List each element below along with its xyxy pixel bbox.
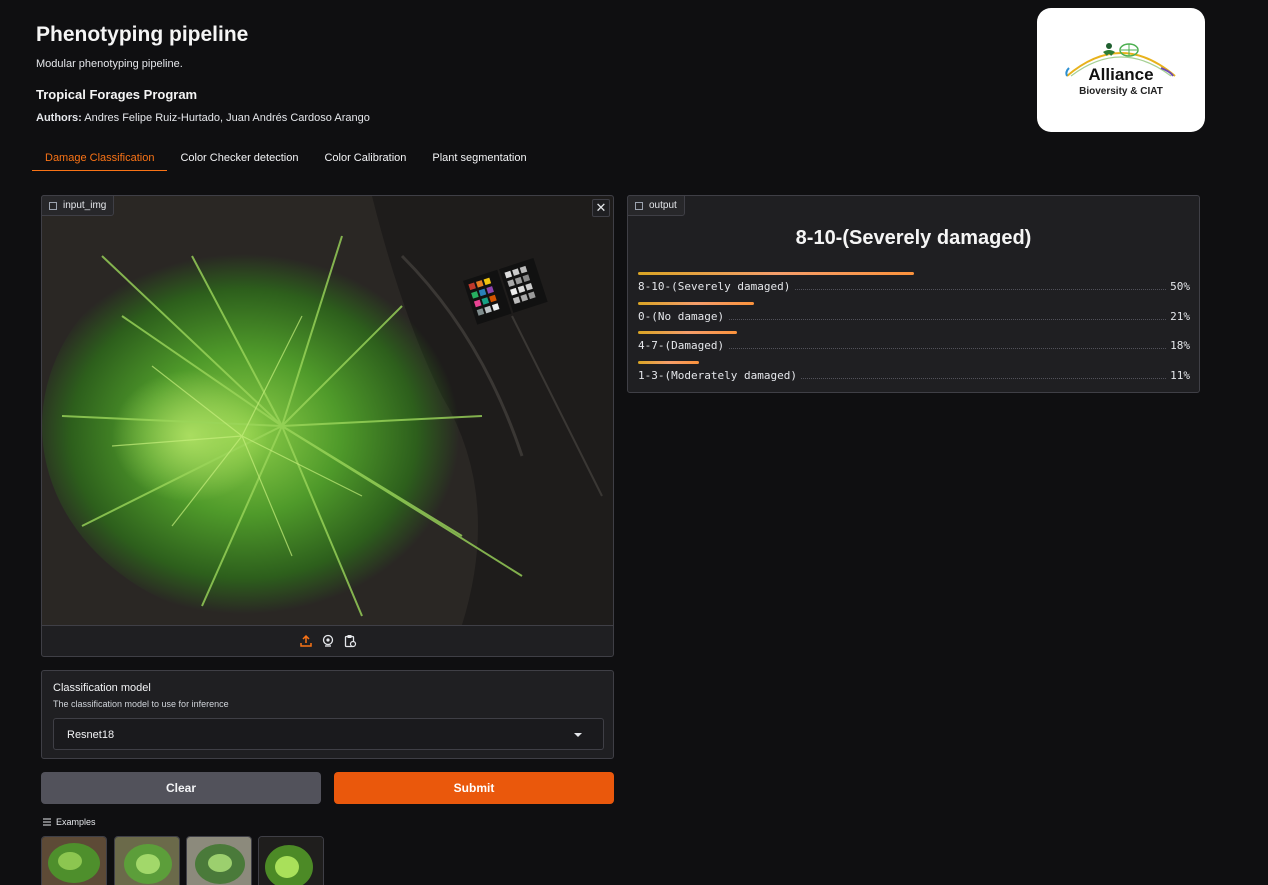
confidence-percent: 21% [1166,310,1190,323]
confidence-bar [638,302,754,305]
paste-clipboard-icon[interactable] [343,634,357,648]
tab-bar: Damage Classification Color Checker dete… [32,146,540,172]
app-root: Phenotyping pipeline Modular phenotyping… [0,0,1268,885]
clear-image-button[interactable]: ✕ [592,199,610,217]
output-label-text: output [649,200,677,211]
input-image-label-text: input_img [63,200,107,211]
submit-button[interactable]: Submit [334,772,614,804]
confidence-label: 4-7-(Damaged) [638,339,729,352]
confidence-label: 0-(No damage) [638,310,729,323]
chart-icon [635,201,643,210]
upload-icon[interactable] [299,634,313,648]
confidence-row: 4-7-(Damaged) 18% [638,331,1190,357]
example-thumbnail[interactable] [186,836,252,885]
tab-plant-segmentation[interactable]: Plant segmentation [419,146,539,171]
examples-label: Examples [56,817,96,827]
confidence-row: 0-(No damage) 21% [638,302,1190,328]
example-thumbnail[interactable] [114,836,180,885]
input-image-preview [42,196,613,625]
examples-header: Examples [43,817,96,827]
page-subtitle: Modular phenotyping pipeline. [36,58,183,70]
confidence-row: 1-3-(Moderately damaged) 11% [638,361,1190,387]
webcam-icon[interactable] [321,634,335,648]
example-thumbnail[interactable] [41,836,107,885]
authors-line: Authors: Andres Felipe Ruiz-Hurtado, Jua… [36,112,370,124]
confidence-percent: 50% [1166,280,1190,293]
image-icon [49,201,57,210]
input-image-panel: input_img ✕ [41,195,614,657]
authors-label: Authors: [36,112,82,124]
confidence-label: 1-3-(Moderately damaged) [638,369,801,382]
predicted-class: 8-10-(Severely damaged) [795,227,1032,249]
alliance-logo: Alliance Bioversity & CIAT [1037,8,1205,132]
model-info: The classification model to use for infe… [53,699,229,709]
logo-name: Alliance [1088,65,1154,84]
confidence-percent: 11% [1166,369,1190,382]
image-source-bar [42,625,613,656]
clear-button[interactable]: Clear [41,772,321,804]
output-panel: output 8-10-(Severely damaged) 8-10-(Sev… [627,195,1200,393]
example-thumbnail[interactable] [258,836,324,885]
input-image-label: input_img [41,195,115,216]
tab-color-calibration[interactable]: Color Calibration [311,146,419,171]
confidence-label: 8-10-(Severely damaged) [638,280,795,293]
confidence-bar [638,361,699,364]
grass-photo [42,196,613,625]
output-label: output [627,195,685,216]
model-label: Classification model [53,682,151,694]
model-dropdown[interactable]: Resnet18 [53,718,604,750]
page-title: Phenotyping pipeline [36,23,249,46]
chevron-down-icon [574,733,582,737]
confidence-bar [638,272,914,275]
tab-damage-classification[interactable]: Damage Classification [32,146,168,171]
authors-names: Andres Felipe Ruiz-Hurtado, Juan Andrés … [84,112,370,124]
confidence-row: 8-10-(Severely damaged) 50% [638,272,1190,298]
logo-subtitle: Bioversity & CIAT [1079,86,1163,97]
confidence-percent: 18% [1166,339,1190,352]
model-selector-panel: Classification model The classification … [41,670,614,759]
model-dropdown-value: Resnet18 [67,729,115,741]
program-name: Tropical Forages Program [36,87,198,102]
confidence-bar [638,331,737,334]
list-icon [43,818,51,826]
tab-color-checker-detection[interactable]: Color Checker detection [167,146,311,171]
